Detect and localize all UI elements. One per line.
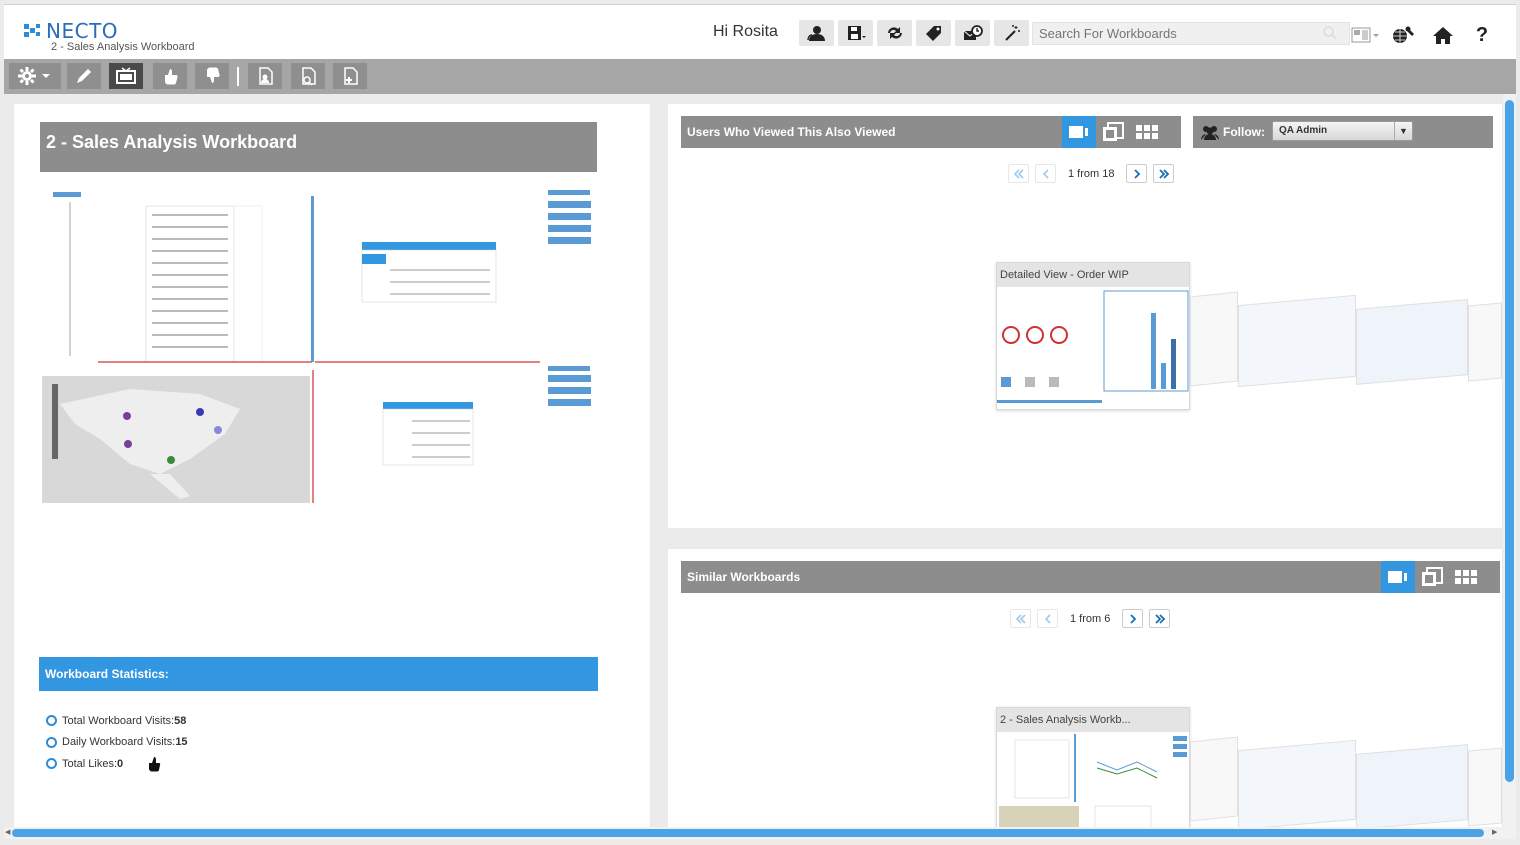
last-page-icon[interactable]: [1149, 609, 1171, 628]
carousel-side-card[interactable]: [1238, 739, 1356, 828]
statistics-header: Workboard Statistics:: [39, 657, 598, 691]
users-icon[interactable]: [799, 20, 834, 46]
bullet-icon: [46, 715, 57, 727]
workboard-name: 2 - Sales Analysis Workboard: [51, 41, 195, 53]
presentation-icon[interactable]: [109, 63, 143, 89]
magic-wand-icon[interactable]: [994, 20, 1029, 46]
also-viewed-title: Users Who Viewed This Also Viewed: [687, 125, 896, 139]
carousel-side-card[interactable]: [1356, 744, 1468, 828]
similar-workboards-panel: Similar Workboards 1 from 6 2 - Sales An…: [668, 549, 1502, 828]
dislike-icon[interactable]: [195, 63, 229, 89]
bullet-icon: [46, 758, 57, 770]
horizontal-scroll-thumb[interactable]: [12, 829, 1484, 837]
globe-settings-icon[interactable]: [1388, 22, 1420, 48]
home-icon[interactable]: [1428, 22, 1458, 48]
stack-view-icon[interactable]: [1415, 561, 1449, 593]
share-icon[interactable]: [877, 20, 912, 46]
workboard-card[interactable]: Detailed View - Order WIP: [996, 262, 1190, 410]
statistics-list: Total Workboard Visits: 58 Daily Workboar…: [46, 710, 188, 775]
similar-title: Similar Workboards: [687, 570, 801, 584]
first-page-icon[interactable]: [1010, 609, 1031, 628]
stat-total-likes: Total Likes: 0: [46, 753, 188, 775]
also-viewed-panel: Users Who Viewed This Also Viewed Follow…: [668, 104, 1502, 528]
follow-label: Follow:: [1223, 125, 1265, 139]
workboard-card[interactable]: 2 - Sales Analysis Workb...: [996, 707, 1190, 828]
prev-page-icon[interactable]: [1037, 609, 1058, 628]
preview-page-icon[interactable]: [291, 63, 325, 89]
add-page-icon[interactable]: [333, 63, 367, 89]
settings-icon[interactable]: [9, 63, 61, 89]
follow-bar: Follow: QA Admin ▼: [1193, 116, 1493, 148]
carousel-side-card[interactable]: [1190, 736, 1238, 822]
save-icon[interactable]: [838, 20, 873, 46]
carousel-side-card[interactable]: [1238, 294, 1356, 388]
new-page-icon[interactable]: [248, 63, 282, 89]
user-greeting: Hi Rosita: [713, 23, 778, 40]
stat-value: 58: [174, 714, 187, 727]
chevron-down-icon: ▼: [1394, 122, 1412, 140]
stat-value: 15: [175, 736, 188, 749]
grid-view-icon[interactable]: [1130, 116, 1164, 148]
carousel-side-card[interactable]: [1190, 291, 1238, 387]
logo-mark-icon: [24, 22, 46, 40]
edit-icon[interactable]: [67, 63, 101, 89]
card-title: Detailed View - Order WIP: [997, 263, 1189, 287]
header-actions: [799, 20, 1029, 46]
search-input[interactable]: [1032, 22, 1350, 45]
grid-view-icon[interactable]: [1449, 561, 1483, 593]
next-page-icon[interactable]: [1122, 609, 1144, 628]
workboard-title: 2 - Sales Analysis Workboard: [40, 122, 597, 172]
necto-logo[interactable]: NECTO: [24, 19, 118, 43]
stat-label: Daily Workboard Visits:: [62, 736, 176, 749]
last-page-icon[interactable]: [1153, 164, 1175, 183]
bullet-icon: [46, 736, 57, 748]
stat-total-visits: Total Workboard Visits: 58: [46, 710, 188, 732]
workboard-details-panel: 2 - Sales Analysis Workboard Workboard S…: [14, 104, 650, 828]
stat-label: Total Likes:: [62, 757, 118, 770]
main-toolbar: [4, 59, 1516, 94]
stat-daily-visits: Daily Workboard Visits: 15: [46, 732, 188, 754]
coverflow-view-icon[interactable]: [1062, 116, 1096, 148]
scroll-left-icon[interactable]: ◀: [5, 828, 10, 836]
tag-icon[interactable]: [916, 20, 951, 46]
also-viewed-pager: 1 from 18: [1008, 164, 1175, 183]
card-thumbnail: [997, 732, 1189, 828]
view-mode-toggle: [1062, 116, 1164, 148]
next-page-icon[interactable]: [1126, 164, 1148, 183]
stack-view-icon[interactable]: [1096, 116, 1130, 148]
coverflow-view-icon[interactable]: [1381, 561, 1415, 593]
similar-pager: 1 from 6: [1010, 609, 1171, 628]
similar-header: Similar Workboards: [681, 561, 1500, 593]
like-icon[interactable]: [147, 756, 161, 772]
scroll-right-icon[interactable]: ▶: [1492, 828, 1497, 836]
schedule-mail-icon[interactable]: [955, 20, 990, 46]
vertical-scrollbar[interactable]: [1503, 94, 1516, 828]
workboard-preview-thumbnail[interactable]: [40, 184, 597, 504]
layout-select-icon[interactable]: [1349, 22, 1383, 48]
users-icon: [1201, 126, 1219, 140]
carousel-side-card[interactable]: [1356, 299, 1468, 385]
also-viewed-header: Users Who Viewed This Also Viewed: [681, 116, 1181, 148]
carousel-side-card[interactable]: [1468, 747, 1502, 827]
toolbar-divider: [237, 67, 239, 86]
first-page-icon[interactable]: [1008, 164, 1029, 183]
search-icon[interactable]: [1322, 25, 1338, 41]
page-indicator: 1 from 18: [1068, 167, 1115, 180]
view-mode-toggle: [1381, 561, 1483, 593]
app-header: NECTO 2 - Sales Analysis Workboard Hi Ro…: [4, 4, 1516, 59]
follow-selected-value: QA Admin: [1279, 125, 1328, 136]
vertical-scroll-thumb[interactable]: [1505, 100, 1514, 782]
logo-text: NECTO: [46, 19, 119, 43]
stat-label: Total Workboard Visits:: [62, 714, 175, 727]
carousel-side-card[interactable]: [1468, 302, 1502, 382]
like-icon[interactable]: [153, 63, 187, 89]
card-title: 2 - Sales Analysis Workb...: [997, 708, 1189, 732]
card-thumbnail: [997, 287, 1189, 409]
stat-value: 0: [117, 757, 124, 770]
help-icon[interactable]: ?: [1470, 22, 1494, 48]
follow-select[interactable]: QA Admin ▼: [1272, 121, 1413, 141]
horizontal-scrollbar[interactable]: ◀ ▶: [4, 827, 1516, 839]
page-indicator: 1 from 6: [1070, 612, 1111, 625]
prev-page-icon[interactable]: [1035, 164, 1056, 183]
